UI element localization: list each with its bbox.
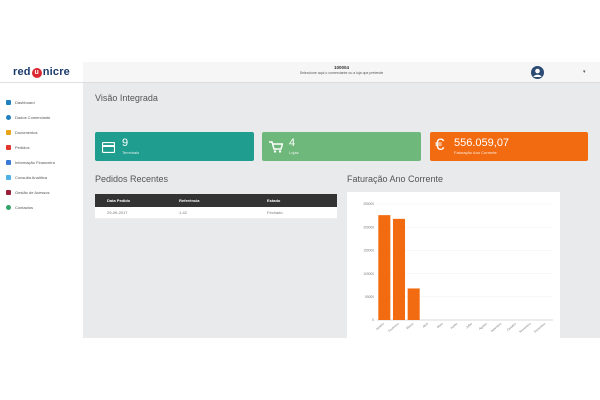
sidebar-item-label: Pedidos [15,144,30,150]
phone-icon [6,204,11,210]
y-tick-label: 50000 [365,295,374,299]
x-tick-label: Outubro [506,321,517,331]
x-tick-label: Setembro [490,321,503,333]
main-content: Visão Integrada 9 Terminais 4 Lojas € 55… [83,83,600,347]
tile-label: Terminais [122,150,140,155]
app-window: red u nicre 100004 Seleccione aqui o comer… [0,62,600,347]
chart-icon [6,159,11,165]
stores-tile[interactable]: 4 Lojas [262,132,421,161]
sidebar-item-label: Dados Comerciante [15,114,51,120]
sidebar-item-label: Consulta Analítica [15,174,48,180]
user-avatar-icon [533,68,542,77]
x-tick-label: Março [405,321,414,330]
folder-icon [6,129,11,135]
x-tick-label: Novembro [518,321,531,333]
terminals-tile[interactable]: 9 Terminais [95,132,254,161]
sidebar-item-consulta-analitica[interactable]: Consulta Analítica [6,172,47,182]
y-tick-label: 200000 [363,225,374,229]
store-hint: Seleccione aqui o comerciante ou a loja … [299,71,384,75]
store-code: 100004 [333,65,350,70]
billing-tile[interactable]: € 556.059,07 Faturação Ano Corrente [430,132,588,161]
x-tick-label: Maio [436,321,444,328]
sidebar-item-label: Documentos [15,129,38,135]
y-tick-label: 250000 [363,202,374,206]
brand-logo[interactable]: red u nicre [0,62,83,83]
logo-text: red u nicre [12,66,70,78]
x-tick-label: Fevereiro [387,321,400,332]
table-row[interactable]: 29-09-2017 1-42 Fechado [95,207,337,219]
sidebar-item-label: Dashboard [15,99,35,105]
tile-value: 9 [122,137,129,149]
sidebar-item-label: Informação Financeira [15,159,55,165]
analytics-icon [6,174,11,180]
store-selector[interactable]: 100004 Seleccione aqui o comerciante ou … [83,65,600,75]
sidebar: Dashboard Dados Comerciante Documentos P… [0,83,83,338]
tile-value: 4 [289,137,296,149]
y-tick-label: 150000 [363,249,374,253]
x-tick-label: Julho [465,321,473,329]
bar-março [407,288,420,320]
bar-fevereiro [392,218,406,320]
sidebar-item-contactos[interactable]: Contactos [6,202,33,212]
sidebar-item-label: Contactos [15,204,34,210]
y-tick-label: 0 [372,318,374,322]
order-date: 29-09-2017 [107,210,128,215]
billing-chart-card: 0 50000 100000 150000 200000 250000 Janeiro Fev… [347,192,560,347]
top-bar: 100004 Seleccione aqui o comerciante ou … [83,62,600,83]
orders-table: Data Pedido Referência Estado 29-09-2017… [95,194,337,219]
x-tick-label: Agosto [478,321,488,330]
billing-chart: 0 50000 100000 150000 200000 250000 Janeiro Fev… [363,202,553,334]
sidebar-item-label: Gestão de Acessos [15,189,50,195]
tile-value: 556.059,07 [454,137,510,149]
x-tick-label: Dezembro [533,321,546,333]
sidebar-item-dados-comerciante[interactable]: Dados Comerciante [6,112,50,122]
euro-icon: € [435,135,445,154]
column-header[interactable]: Estado [267,198,337,203]
cart-icon [269,140,284,158]
dashboard-icon [6,99,11,105]
x-tick-label: Junho [449,321,458,330]
column-header[interactable]: Referência [179,198,267,203]
sidebar-item-informacao-financeira[interactable]: Informação Financeira [6,157,55,167]
sidebar-item-pedidos[interactable]: Pedidos [6,142,29,152]
card-icon [101,140,116,158]
cart-icon [6,144,11,150]
orders-title: Pedidos Recentes [95,174,169,184]
sidebar-item-gestao-de-acessos[interactable]: Gestão de Acessos [6,187,49,197]
avatar[interactable] [531,66,544,79]
user-icon [6,114,11,120]
y-tick-label: 100000 [363,272,374,276]
lock-icon [6,189,11,195]
x-tick-label: Janeiro [375,321,385,331]
chevron-down-icon[interactable]: ▾ [583,69,586,75]
page-title: Visão Integrada [95,93,158,103]
sidebar-item-dashboard[interactable]: Dashboard [6,97,35,107]
tile-label: Faturação Ano Corrente [454,150,497,155]
tile-label: Lojas [289,150,299,155]
sidebar-item-documentos[interactable]: Documentos [6,127,37,137]
order-status: Fechado [267,210,283,215]
table-header: Data Pedido Referência Estado [95,194,337,207]
billing-chart-title: Faturação Ano Corrente [347,174,444,184]
x-tick-label: Abril [422,321,429,328]
column-header[interactable]: Data Pedido [95,198,179,203]
bar-janeiro [378,215,391,320]
order-reference: 1-42 [179,210,188,215]
